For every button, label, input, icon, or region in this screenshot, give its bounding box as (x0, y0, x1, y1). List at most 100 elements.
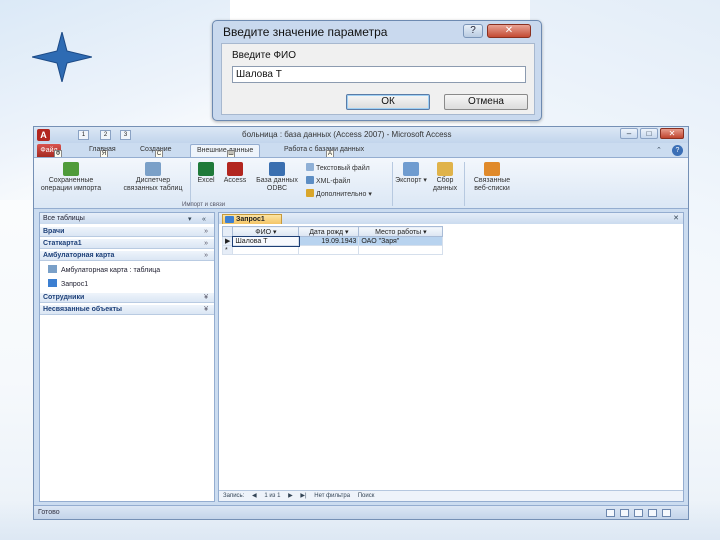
dialog-close-button[interactable]: ✕ (487, 24, 531, 38)
maximize-button[interactable]: □ (640, 128, 658, 139)
sharepoint-icon (484, 162, 500, 176)
import-xml-file-button[interactable]: XML-файл (306, 176, 350, 185)
nav-collapse-icon[interactable]: « (202, 214, 206, 225)
nav-group-label: Статкарта1 (43, 240, 82, 247)
star-icon (32, 32, 92, 82)
nav-group-employees[interactable]: Сотрудники ¥ (40, 293, 214, 303)
collect-data-button[interactable]: Сбор данных (430, 162, 460, 193)
saved-imports-button[interactable]: Сохраненные операции импорта (40, 162, 102, 193)
cell-birthdate[interactable]: 19.09.1943 (298, 236, 360, 246)
cell-empty[interactable] (298, 245, 360, 255)
import-access-button[interactable]: Access (222, 162, 248, 185)
collect-data-label: Сбор данных (432, 177, 458, 192)
new-row-marker: * (221, 245, 234, 255)
last-record-button[interactable]: ▶| (300, 493, 306, 499)
access-window: A 1 2 3 больница : база данных (Access 2… (33, 126, 689, 520)
more-icon (306, 189, 314, 197)
nav-menu-icon[interactable]: ▾ (188, 214, 192, 225)
qat-redo-button[interactable]: 3 (120, 130, 131, 140)
filter-status[interactable]: Нет фильтра (314, 493, 350, 499)
nav-group-label: Врачи (43, 228, 65, 235)
pivot-chart-view-icon[interactable] (634, 509, 643, 517)
nav-item-outpatient-table[interactable]: Амбулаторная карта : таблица (48, 265, 160, 274)
pivot-table-view-icon[interactable] (620, 509, 629, 517)
datasheet-header-row: ФИО ▾ Дата рожд ▾ Место работы ▾ (221, 226, 444, 237)
sharepoint-lists-button[interactable]: Связанные веб-списки (468, 162, 516, 193)
import-text-file-button[interactable]: Текстовый файл (306, 163, 370, 172)
nav-group-statcard[interactable]: Статкарта1 » (40, 239, 214, 249)
nav-pane-header[interactable]: Все таблицы ▾ « (40, 213, 214, 224)
nav-group-label: Сотрудники (43, 294, 85, 301)
nav-group-label: Амбулаторная карта (43, 252, 115, 259)
status-text: Готово (38, 509, 60, 516)
table-row[interactable]: ▶ Шалова Т 19.09.1943 ОАО "Заря" (221, 235, 444, 247)
ribbon-tabs: Файл Главная Создание Внешние данные Раб… (34, 144, 688, 158)
import-odbc-button[interactable]: База данных ODBC (252, 162, 302, 193)
design-view-icon[interactable] (662, 509, 671, 517)
row-selector[interactable]: ▶ (221, 236, 234, 246)
column-header-birthdate[interactable]: Дата рожд ▾ (298, 226, 360, 237)
text-file-icon (306, 163, 314, 171)
collapse-icon: » (204, 252, 208, 259)
import-excel-button[interactable]: Excel (194, 162, 218, 185)
datasheet: ФИО ▾ Дата рожд ▾ Место работы ▾ ▶ Шалов… (221, 226, 444, 255)
cell-empty[interactable] (358, 245, 444, 255)
more-label: Дополнительно ▾ (316, 191, 372, 198)
search-box[interactable]: Поиск (358, 493, 375, 499)
datasheet-view-icon[interactable] (606, 509, 615, 517)
ribbon: Сохраненные операции импорта Диспетчер с… (34, 157, 688, 209)
help-icon[interactable]: ? (672, 145, 683, 156)
sql-view-icon[interactable] (648, 509, 657, 517)
collect-data-icon (437, 162, 453, 176)
record-position[interactable]: 1 из 1 (264, 493, 280, 499)
tab-query1[interactable]: Запрос1 (222, 214, 282, 224)
record-navigator: Запись: ◀ 1 из 1 ▶ ▶| Нет фильтра Поиск (219, 490, 683, 501)
export-button[interactable]: Экспорт ▾ (394, 162, 428, 185)
sharepoint-label: Связанные веб-списки (473, 177, 511, 192)
cell-fio[interactable]: Шалова Т (231, 235, 300, 247)
nav-item-query1[interactable]: Запрос1 (48, 279, 88, 288)
expand-icon: ¥ (204, 306, 208, 313)
column-header-fio[interactable]: ФИО ▾ (232, 226, 300, 237)
expand-icon: ¥ (204, 294, 208, 301)
nav-group-doctors[interactable]: Врачи » (40, 227, 214, 237)
dialog-body: Введите ФИО Шалова Т ОК Отмена (221, 43, 535, 115)
select-all-corner[interactable] (221, 226, 234, 237)
nav-group-outpatient-card[interactable]: Амбулаторная карта » (40, 251, 214, 261)
tab-database-tools[interactable]: Работа с базами данных (284, 146, 364, 153)
dialog-title: Введите значение параметра (223, 25, 388, 39)
new-record-row[interactable]: * (221, 245, 444, 255)
expand-icon: » (204, 228, 208, 235)
ok-button[interactable]: ОК (346, 94, 430, 110)
doc-tab-label: Запрос1 (236, 216, 265, 223)
cell-workplace[interactable]: ОАО "Заря" (358, 236, 444, 246)
linked-table-manager-button[interactable]: Диспетчер связанных таблиц (122, 162, 184, 193)
column-header-workplace[interactable]: Место работы ▾ (358, 226, 444, 237)
access-logo-icon[interactable]: A (37, 129, 50, 141)
document-tab-strip: Запрос1 ✕ (219, 213, 683, 224)
expand-icon: » (204, 240, 208, 247)
cell-empty[interactable] (232, 245, 300, 255)
qat-undo-button[interactable]: 2 (100, 130, 111, 140)
saved-imports-label: Сохраненные операции импорта (40, 177, 102, 192)
window-close-button[interactable]: ✕ (660, 128, 684, 139)
close-document-icon[interactable]: ✕ (673, 214, 679, 222)
ribbon-minimize-icon[interactable]: ⌃ (656, 146, 662, 154)
query-icon (225, 216, 234, 223)
import-more-button[interactable]: Дополнительно ▾ (306, 189, 372, 198)
tab-external-data[interactable]: Внешние данные (190, 144, 261, 158)
odbc-icon (269, 162, 285, 176)
export-label: Экспорт ▾ (395, 177, 427, 184)
parameter-input[interactable]: Шалова Т (232, 66, 526, 83)
nav-header-label: Все таблицы (43, 215, 85, 222)
table-icon (48, 265, 57, 273)
nav-group-unrelated[interactable]: Несвязанные объекты ¥ (40, 305, 214, 315)
qat-save-button[interactable]: 1 (78, 130, 89, 140)
minimize-button[interactable]: – (620, 128, 638, 139)
linked-table-manager-label: Диспетчер связанных таблиц (123, 177, 183, 192)
cancel-button[interactable]: Отмена (444, 94, 528, 110)
text-file-label: Текстовый файл (316, 165, 370, 172)
next-record-button[interactable]: ▶ (288, 493, 293, 499)
dialog-help-button[interactable]: ? (463, 24, 483, 38)
prev-record-button[interactable]: ◀ (252, 493, 257, 499)
